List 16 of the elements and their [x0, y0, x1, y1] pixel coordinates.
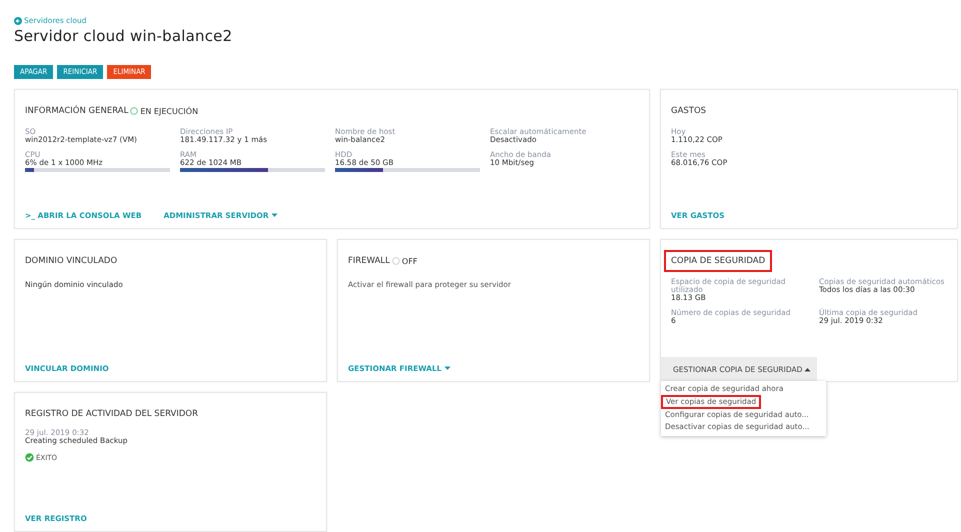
status-icon — [392, 257, 400, 265]
caret-icon — [444, 366, 451, 371]
card-title: DOMINIO VINCULADO — [25, 256, 118, 266]
status-text: EN EJECUCIÓN — [140, 106, 198, 116]
status-icon — [130, 107, 138, 115]
back-arrow-icon — [14, 16, 22, 24]
page-title: Servidor cloud win-balance2 — [14, 27, 234, 45]
caret-icon — [804, 366, 812, 372]
card-title: FIREWALL — [348, 256, 390, 266]
card-title: GASTOS — [671, 106, 706, 116]
status-text: OFF — [402, 256, 418, 266]
card-title: COPIA DE SEGURIDAD — [667, 253, 770, 269]
caret-icon — [270, 213, 278, 218]
card-title: REGISTRO DE ACTIVIDAD DEL SERVIDOR — [25, 409, 198, 419]
success-check-icon — [25, 453, 34, 462]
card-title: INFORMACIÓN GENERAL — [25, 106, 128, 116]
